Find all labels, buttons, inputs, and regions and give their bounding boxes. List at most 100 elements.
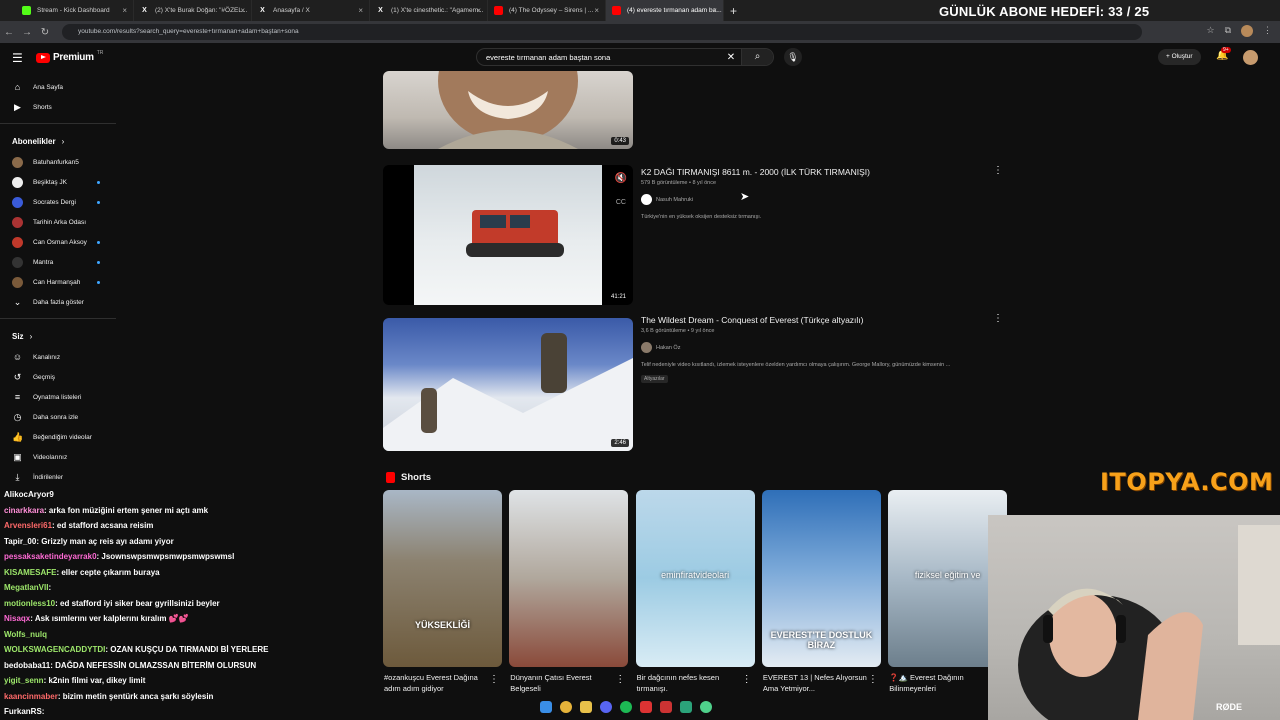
chat-text: :: [48, 583, 52, 592]
short-thumbnail[interactable]: eminfiratvideolari: [635, 490, 755, 667]
sidebar-item[interactable]: Mantra: [0, 252, 116, 272]
sidebar-item[interactable]: ☺ Kanalınız: [0, 347, 116, 367]
tab-title: (1) X'te cinesthetic.: "Agamem...: [391, 7, 484, 14]
browser-tab[interactable]: X Anasayfa / X ×: [252, 0, 370, 21]
app-icon[interactable]: [700, 701, 712, 713]
sidebar-item[interactable]: Batuhanfurkan5: [0, 152, 116, 172]
short-thumbnail[interactable]: EVEREST'TE DOSTLUK BİRAZ: [761, 490, 881, 667]
video-title[interactable]: K2 DAĞI TIRMANIŞI 8611 m. - 2000 (İLK TÜ…: [641, 167, 870, 177]
spotify-icon[interactable]: [620, 701, 632, 713]
show-more-button[interactable]: ⌄ Daha fazla göster: [0, 292, 116, 312]
browser-tab[interactable]: (4) The Odyssey – Sirens | ... ×: [488, 0, 606, 21]
close-tab-icon[interactable]: ×: [122, 6, 127, 15]
short-title[interactable]: Bir dağcının nefes kesen tırmanışı.: [637, 672, 742, 694]
chat-message: KISAMESAFE: eller cepte çıkarım buraya: [4, 568, 160, 577]
windows-start-icon[interactable]: [540, 701, 552, 713]
sidebar-item-label: Beşiktaş JK: [33, 178, 67, 186]
more-options-icon[interactable]: ⋮: [868, 674, 878, 685]
browser-tab[interactable]: X (1) X'te cinesthetic.: "Agamem... ×: [370, 0, 488, 21]
obs-icon[interactable]: [640, 701, 652, 713]
video-thumbnail[interactable]: 0:43: [383, 71, 633, 149]
like-icon: 👍: [12, 431, 24, 442]
sidebar-item[interactable]: 👍 Beğendiğim videolar: [0, 427, 116, 447]
close-tab-icon[interactable]: ×: [358, 6, 363, 15]
more-options-icon[interactable]: ⋮: [993, 313, 1003, 324]
sidebar-item[interactable]: ≡ Oynatma listeleri: [0, 387, 116, 407]
video-channel[interactable]: Hakan Öz: [641, 342, 680, 353]
close-tab-icon[interactable]: ×: [712, 6, 717, 15]
chat-text: : eller cepte çıkarım buraya: [56, 567, 160, 577]
short-title[interactable]: #ozankuşcu Everest Dağına adım adım gidi…: [384, 672, 489, 694]
subscriptions-header[interactable]: Abonelikler ›: [0, 130, 116, 152]
youtube-icon: [612, 6, 621, 15]
search-box: evereste tırmanan adam baştan sona ✕ ⌕: [476, 48, 774, 66]
reload-icon[interactable]: ↻: [36, 27, 54, 38]
close-tab-icon[interactable]: ×: [594, 6, 599, 15]
clear-search-icon[interactable]: ✕: [721, 52, 741, 63]
short-title[interactable]: EVEREST 13 | Nefes Alıyorsun Ama Yetmiyo…: [763, 672, 868, 694]
create-button[interactable]: + Oluştur: [1158, 49, 1201, 65]
url-field[interactable]: youtube.com/results?search_query=everest…: [62, 24, 1142, 40]
app-icon[interactable]: [680, 701, 692, 713]
profile-avatar[interactable]: [1241, 25, 1253, 37]
sidebar-item[interactable]: ⤓ İndirilenler: [0, 467, 116, 487]
forward-icon[interactable]: →: [18, 27, 36, 38]
video-thumbnail[interactable]: 🔇 CC 41:21: [383, 165, 633, 305]
sidebar-item[interactable]: Can Harmanşah: [0, 272, 116, 292]
sidebar-item[interactable]: ▣ Videolarınız: [0, 447, 116, 467]
you-section-header[interactable]: Siz ›: [0, 325, 116, 347]
new-content-dot: [97, 280, 100, 284]
chat-text: : ed stafford iyi siker bear gyrillsiniz…: [55, 598, 220, 608]
sidebar-item[interactable]: ↺ Geçmiş: [0, 367, 116, 387]
hamburger-menu-icon[interactable]: ☰: [12, 51, 23, 65]
discord-icon[interactable]: [600, 701, 612, 713]
close-tab-icon[interactable]: ×: [240, 6, 245, 15]
more-options-icon[interactable]: ⋮: [993, 165, 1003, 176]
bookmark-star-icon[interactable]: ☆: [1206, 25, 1214, 37]
browser-tab[interactable]: (4) evereste tırmanan adam ba... ×: [606, 0, 724, 21]
browser-tab[interactable]: X (2) X'te Burak Doğan: "#ÖZEL... ×: [134, 0, 252, 21]
app-icon[interactable]: [660, 701, 672, 713]
short-thumbnail[interactable]: [509, 490, 629, 667]
short-title[interactable]: Dünyanın Çatısı Everest Belgeseli: [510, 672, 615, 694]
chevron-down-icon: ⌄: [13, 296, 22, 307]
microphone-icon[interactable]: 🎙: [784, 48, 802, 66]
channel-avatar: [12, 176, 23, 188]
shorts-shelf-header: Shorts: [386, 472, 431, 483]
sidebar-item[interactable]: Socrates Dergi: [0, 192, 116, 212]
search-input[interactable]: evereste tırmanan adam baştan sona: [477, 53, 721, 62]
chat-username: AlikocAryor9: [4, 490, 54, 499]
sidebar-item[interactable]: Tarihin Arka Odası: [0, 212, 116, 232]
more-options-icon[interactable]: ⋮: [742, 674, 752, 685]
file-explorer-icon[interactable]: [580, 701, 592, 713]
sidebar-item[interactable]: Beşiktaş JK: [0, 172, 116, 192]
search-icon[interactable]: ⌕: [741, 49, 773, 65]
captions-icon[interactable]: CC: [616, 199, 626, 206]
sidebar-item-label: Geçmiş: [33, 373, 56, 381]
youtube-logo[interactable]: Premium TR: [36, 50, 103, 63]
more-options-icon[interactable]: ⋮: [615, 674, 625, 685]
sidebar: ⌂ Ana Sayfa ▶ Shorts Abonelikler › Batuhanfurk…: [0, 71, 116, 491]
user-avatar[interactable]: [1243, 50, 1258, 65]
sidebar-item[interactable]: Can Osman Aksoy: [0, 232, 116, 252]
video-title[interactable]: The Wildest Dream - Conquest of Everest …: [641, 315, 864, 325]
short-title[interactable]: ❓🏔️ Everest Dağının Bilinmeyenleri: [889, 672, 994, 694]
new-tab-icon[interactable]: +: [730, 4, 737, 18]
sidebar-item[interactable]: ◷ Daha sonra izle: [0, 407, 116, 427]
chrome-icon[interactable]: [560, 701, 572, 713]
mute-icon[interactable]: 🔇: [615, 173, 627, 184]
video-thumbnail[interactable]: 2:46: [383, 318, 633, 451]
more-options-icon[interactable]: ⋮: [489, 674, 499, 685]
browser-menu-icon[interactable]: ⋮: [1263, 25, 1272, 37]
back-icon[interactable]: ←: [0, 27, 18, 38]
sidebar-item[interactable]: ⌂ Ana Sayfa: [0, 77, 116, 97]
video-channel[interactable]: Nasuh Mahruki: [641, 194, 693, 205]
notifications-bell-icon[interactable]: 🔔 9+: [1216, 47, 1231, 61]
close-tab-icon[interactable]: ×: [476, 6, 481, 15]
sidebar-item[interactable]: ▶ Shorts: [0, 97, 116, 117]
extensions-icon[interactable]: ⧉: [1225, 25, 1231, 37]
chat-username: motionless10: [4, 598, 56, 608]
short-thumbnail[interactable]: YÜKSEKLİĞİ: [383, 490, 502, 667]
new-content-dot: [97, 240, 100, 244]
browser-tab[interactable]: Stream - Kick Dashboard ×: [16, 0, 134, 21]
